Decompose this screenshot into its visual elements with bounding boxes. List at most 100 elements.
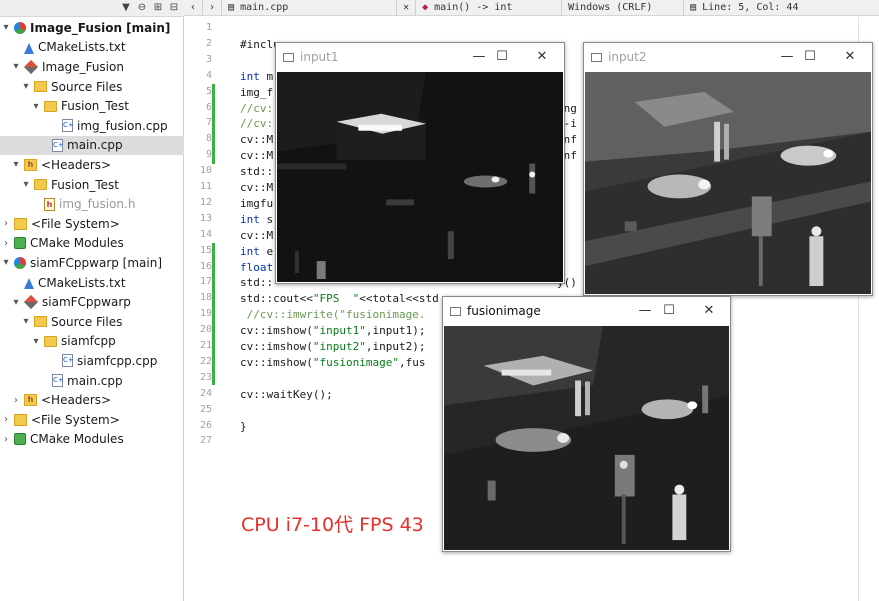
nav-forward-icon[interactable]: › [203, 0, 223, 16]
tree-item[interactable]: ▾ Fusion_Test [0, 175, 184, 195]
expand-chevron-icon[interactable]: ▾ [10, 297, 22, 308]
tree-item[interactable]: C+ main.cpp [0, 135, 184, 156]
tree-item[interactable]: › <File System> [0, 410, 184, 430]
expand-chevron-icon[interactable]: ▾ [20, 316, 32, 327]
line-number: 18 [199, 292, 212, 304]
input2-window[interactable]: input2 — ☐ ✕ [583, 42, 873, 296]
code-line[interactable]: std:: [240, 276, 273, 289]
expand-chevron-icon[interactable]: › [0, 238, 12, 249]
collapse-icon[interactable]: ⊟ [168, 2, 180, 14]
code-line[interactable]: #inclu [240, 38, 280, 51]
code-line[interactable]: cv::M [240, 149, 273, 162]
cursor-position: ▤ Line: 5, Col: 44 [684, 0, 824, 16]
fusionimage-titlebar[interactable]: fusionimage — ☐ ✕ [443, 297, 730, 325]
input1-titlebar[interactable]: input1 — ☐ ✕ [276, 43, 564, 71]
line-number: 1 [205, 22, 212, 33]
expand-chevron-icon[interactable]: ▾ [20, 81, 32, 92]
code-line[interactable]: imgfu [240, 197, 273, 210]
tree-item[interactable]: › h <Headers> [0, 390, 184, 410]
code-line[interactable]: std::cout<<"FPS "<<total<<std [240, 292, 439, 305]
minimize-icon[interactable]: — [636, 302, 654, 320]
tree-item-label: CMakeLists.txt [38, 40, 126, 55]
tree-item-label: img_fusion.cpp [77, 118, 168, 133]
tree-item[interactable]: C+ main.cpp [0, 371, 184, 391]
code-line[interactable]: } [240, 420, 247, 433]
code-line[interactable]: cv::M [240, 181, 273, 194]
expand-chevron-icon[interactable]: ▾ [0, 257, 12, 268]
tree-item[interactable]: h img_fusion.h [0, 194, 184, 214]
fusionimage-window[interactable]: fusionimage — ☐ ✕ [442, 296, 731, 552]
tree-item[interactable]: ▾ Image_Fusion [main] [0, 18, 184, 38]
input2-titlebar[interactable]: input2 — ☐ ✕ [584, 43, 872, 71]
window-icon [450, 306, 461, 316]
encoding-selector[interactable]: Windows (CRLF) [562, 0, 685, 16]
expand-chevron-icon[interactable]: ▾ [20, 179, 32, 190]
cpp-file-icon: C+ [62, 119, 74, 133]
link-icon[interactable]: ⊖ [136, 2, 148, 14]
code-line[interactable]: cv::imshow("fusionimage",fus [240, 356, 425, 369]
code-line[interactable]: //cv::imwrite("fusionimage. [240, 308, 426, 321]
expand-chevron-icon[interactable]: › [0, 414, 12, 425]
code-line[interactable]: int m [240, 70, 273, 83]
tree-item[interactable]: ▾ siamFCppwarp [main] [0, 253, 184, 273]
tree-item[interactable]: › CMake Modules [0, 234, 184, 254]
minimize-icon[interactable]: — [778, 48, 796, 66]
tree-item[interactable]: ▾ siamfcpp [0, 332, 184, 352]
tree-item-label: siamFCppwarp [main] [30, 255, 163, 270]
close-file-icon[interactable]: ✕ [397, 0, 417, 16]
tree-item[interactable]: ▾ Fusion_Test [0, 96, 184, 116]
encoding-label: Windows (CRLF) [568, 1, 653, 13]
tree-item[interactable]: C+ siamfcpp.cpp [0, 351, 184, 371]
line-number: 25 [199, 403, 212, 415]
expand-chevron-icon[interactable]: ▾ [0, 22, 12, 33]
code-line[interactable]: cv::M [240, 133, 273, 146]
tree-item[interactable]: CMakeLists.txt [0, 38, 184, 58]
cmake-icon [24, 278, 34, 290]
code-line[interactable]: //cv: [240, 102, 273, 115]
cpp-file-icon: C+ [52, 138, 64, 152]
function-crumb[interactable]: ◆ main() -> int [416, 0, 563, 16]
maximize-icon[interactable]: ☐ [493, 48, 511, 66]
maximize-icon[interactable]: ☐ [801, 48, 819, 66]
expand-chevron-icon[interactable]: ▾ [10, 61, 22, 72]
tree-item[interactable]: ▾ Source Files [0, 312, 184, 332]
tree-item[interactable]: ▾ Image_Fusion [0, 57, 184, 77]
minimize-icon[interactable]: — [470, 48, 488, 66]
tree-item[interactable]: › <File System> [0, 214, 184, 234]
tree-item[interactable]: ▾ h <Headers> [0, 155, 184, 175]
close-icon[interactable]: ✕ [700, 302, 718, 320]
code-line[interactable]: cv::M [240, 229, 273, 242]
code-line[interactable]: //cv: [240, 117, 273, 130]
file-tab[interactable]: ▤ main.cpp [222, 0, 398, 16]
code-line[interactable]: img_f [240, 86, 273, 99]
expand-chevron-icon[interactable]: ▾ [30, 101, 42, 112]
expand-chevron-icon[interactable]: › [10, 395, 22, 406]
expand-chevron-icon[interactable]: › [0, 434, 12, 445]
nav-back-icon[interactable]: ‹ [184, 0, 204, 16]
tree-item-label: <File System> [31, 412, 120, 427]
tree-item[interactable]: CMakeLists.txt [0, 273, 184, 293]
line-number: 10 [199, 165, 212, 177]
line-number: 26 [199, 419, 212, 431]
maximize-icon[interactable]: ☐ [660, 302, 678, 320]
expand-chevron-icon[interactable]: ▾ [10, 159, 22, 170]
tree-item[interactable]: › CMake Modules [0, 430, 184, 450]
code-line[interactable]: std:: [240, 165, 273, 178]
input1-window[interactable]: input1 — ☐ ✕ [275, 42, 565, 284]
tree-item-label: <Headers> [41, 393, 112, 408]
close-icon[interactable]: ✕ [841, 48, 859, 66]
code-line[interactable]: cv::imshow("input2",input2); [240, 340, 425, 353]
close-icon[interactable]: ✕ [533, 48, 551, 66]
code-line[interactable]: float [240, 261, 273, 274]
code-line[interactable]: cv::imshow("input1",input1); [240, 324, 425, 337]
split-icon[interactable]: ⊞ [152, 2, 164, 14]
tree-item[interactable]: ▾ siamFCppwarp [0, 292, 184, 312]
code-line[interactable]: int s [240, 213, 273, 226]
filter-icon[interactable]: ▼ [120, 2, 132, 14]
code-line[interactable]: cv::waitKey(); [240, 388, 333, 401]
code-line[interactable]: int e [240, 245, 273, 258]
expand-chevron-icon[interactable]: ▾ [30, 336, 42, 347]
expand-chevron-icon[interactable]: › [0, 218, 12, 229]
tree-item[interactable]: C+ img_fusion.cpp [0, 116, 184, 136]
tree-item[interactable]: ▾ Source Files [0, 77, 184, 97]
